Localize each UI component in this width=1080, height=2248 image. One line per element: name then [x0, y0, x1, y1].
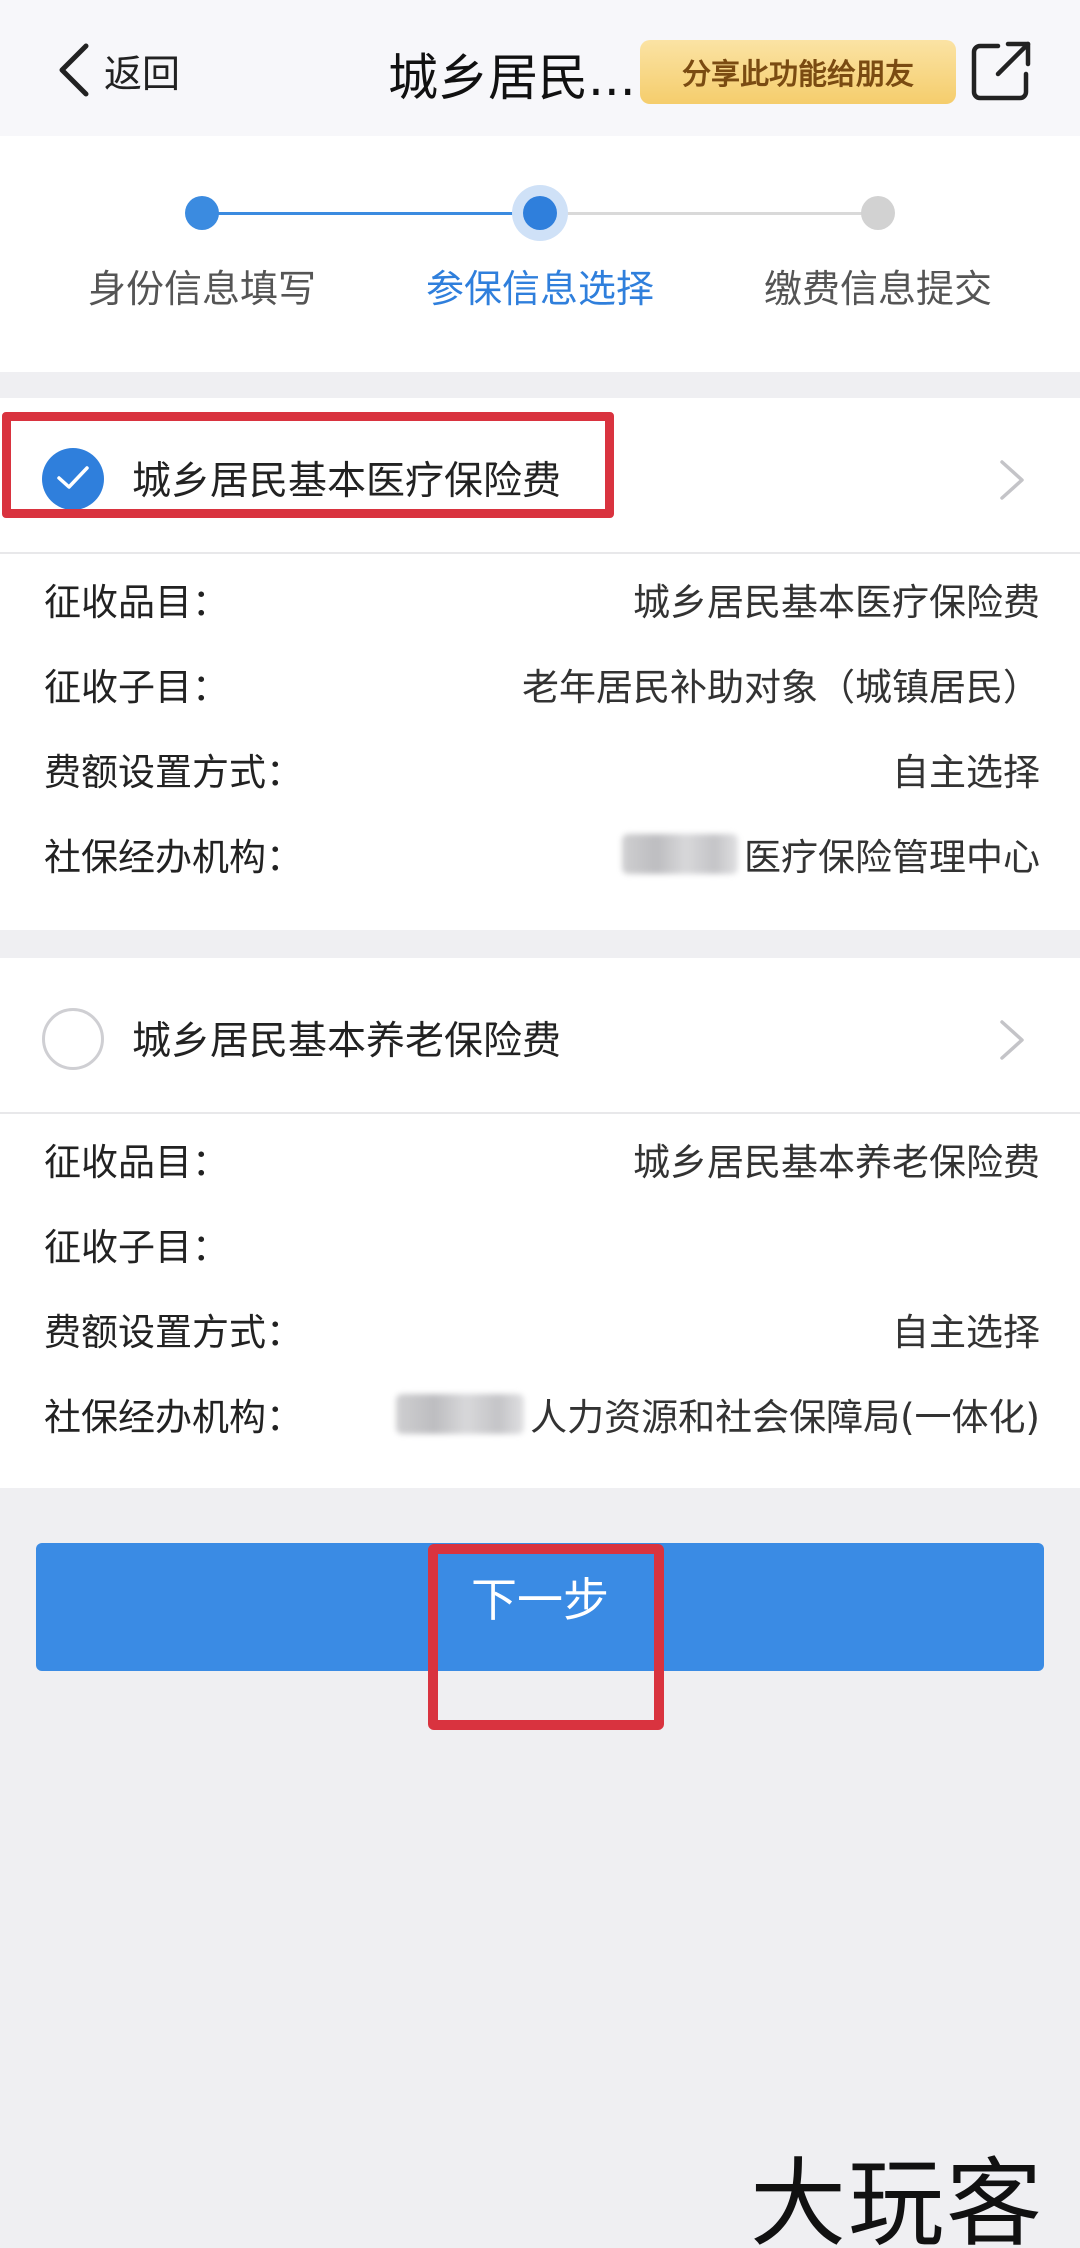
insurance-card-header[interactable]: 城乡居民基本养老保险费 [0, 958, 1080, 1114]
chevron-right-icon[interactable] [998, 1018, 1026, 1062]
detail-value-text: 自主选择 [892, 1311, 1040, 1354]
step-1-label: 身份信息填写 [87, 267, 316, 311]
step-2-label: 参保信息选择 [425, 267, 654, 311]
chevron-right-icon[interactable] [998, 458, 1026, 502]
detail-value-text: 人力资源和社会保障局(一体化) [530, 1396, 1040, 1439]
detail-label: 费额设置方式： [44, 751, 303, 794]
insurance-card-pension: 城乡居民基本养老保险费 征收品目： 城乡居民基本养老保险费 征收子目： 费额设置… [0, 958, 1080, 1488]
detail-label: 征收子目： [44, 1226, 229, 1269]
detail-row: 征收品目： 城乡居民基本养老保险费 [0, 1114, 1080, 1199]
step-3-label: 缴费信息提交 [763, 267, 992, 311]
detail-row: 社保经办机构： 医疗保险管理中心 [0, 809, 1080, 894]
insurance-card-header[interactable]: 城乡居民基本医疗保险费 [0, 398, 1080, 554]
external-share-icon[interactable] [970, 40, 1032, 102]
unselected-radio[interactable] [42, 1008, 104, 1070]
detail-value-text: 城乡居民基本养老保险费 [633, 1141, 1040, 1184]
watermark-text: 大玩客 [750, 2148, 1044, 2248]
detail-value: 城乡居民基本医疗保险费 [633, 572, 1040, 626]
top-navigation-bar: 返回 城乡居民... 分享此功能给朋友 [0, 0, 1080, 136]
detail-row: 征收子目： [0, 1199, 1080, 1284]
insurance-card-medical: 城乡居民基本医疗保险费 征收品目： 城乡居民基本医疗保险费 征收子目： 老年居民… [0, 398, 1080, 930]
detail-value: 自主选择 [892, 742, 1040, 796]
detail-value: 人力资源和社会保障局(一体化) [396, 1387, 1040, 1441]
detail-label: 征收品目： [44, 1141, 229, 1184]
detail-value-text: 老年居民补助对象（城镇居民） [522, 666, 1040, 709]
detail-value-text: 医疗保险管理中心 [744, 836, 1040, 879]
detail-row: 征收子目： 老年居民补助对象（城镇居民） [0, 639, 1080, 724]
detail-row: 费额设置方式： 自主选择 [0, 724, 1080, 809]
detail-label: 征收品目： [44, 581, 229, 624]
step-2-dot [523, 196, 557, 230]
back-button[interactable]: 返回 [56, 40, 180, 100]
page-title: 城乡居民... [388, 49, 636, 107]
share-feature-button[interactable]: 分享此功能给朋友 [640, 40, 956, 104]
detail-value: 医疗保险管理中心 [622, 827, 1040, 881]
step-connector-pending [540, 212, 878, 215]
step-3-dot [861, 196, 895, 230]
detail-value-text: 城乡居民基本医疗保险费 [633, 581, 1040, 624]
detail-value: 自主选择 [892, 1302, 1040, 1356]
progress-stepper: 身份信息填写 参保信息选择 缴费信息提交 [0, 136, 1080, 372]
detail-label: 费额设置方式： [44, 1311, 303, 1354]
insurance-detail-list: 征收品目： 城乡居民基本养老保险费 征收子目： 费额设置方式： 自主选择 社保经… [0, 1114, 1080, 1454]
redacted-text-blur [622, 834, 738, 874]
redacted-text-blur [396, 1394, 525, 1434]
detail-row: 费额设置方式： 自主选择 [0, 1284, 1080, 1369]
chevron-left-icon [59, 43, 89, 97]
detail-row: 征收品目： 城乡居民基本医疗保险费 [0, 554, 1080, 639]
detail-label: 社保经办机构： [44, 836, 303, 879]
step-connector-done [202, 212, 540, 215]
insurance-card-title: 城乡居民基本养老保险费 [132, 1019, 562, 1064]
detail-value-text: 自主选择 [892, 751, 1040, 794]
detail-row: 社保经办机构： 人力资源和社会保障局(一体化) [0, 1369, 1080, 1454]
insurance-detail-list: 征收品目： 城乡居民基本医疗保险费 征收子目： 老年居民补助对象（城镇居民） 费… [0, 554, 1080, 894]
detail-label: 社保经办机构： [44, 1396, 303, 1439]
annotation-highlight-box [428, 1544, 664, 1730]
step-1-dot [185, 196, 219, 230]
back-label: 返回 [104, 51, 181, 96]
annotation-highlight-box [2, 412, 614, 518]
detail-value: 老年居民补助对象（城镇居民） [522, 657, 1040, 711]
detail-label: 征收子目： [44, 666, 229, 709]
detail-value: 城乡居民基本养老保险费 [633, 1132, 1040, 1186]
